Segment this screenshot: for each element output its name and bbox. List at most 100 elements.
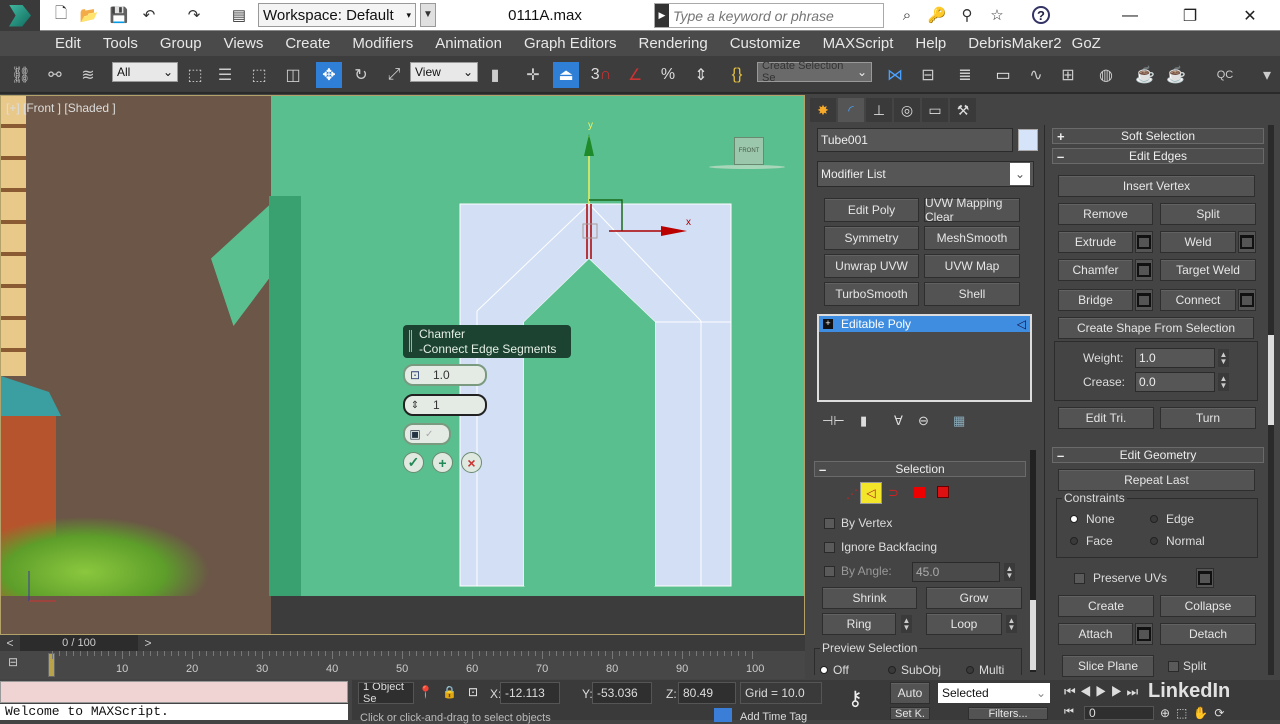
slice-plane-button[interactable]: Slice Plane [1062, 655, 1154, 677]
weight-spinner[interactable]: ▲ ▼ [1218, 349, 1229, 367]
stack-item-editable-poly[interactable]: + Editable Poly ◁ [819, 316, 1030, 332]
y-coordinate-field[interactable]: -53.036 [592, 682, 652, 704]
remove-button[interactable]: Remove [1058, 203, 1153, 225]
new-file-icon[interactable]: 🗋 [52, 5, 70, 24]
chamfer-amount-field[interactable]: ⊡ 1.0 [403, 364, 487, 386]
object-color-swatch[interactable] [1018, 129, 1038, 151]
bridge-button[interactable]: Bridge [1058, 289, 1133, 311]
key-filters-button[interactable]: Filters... [968, 707, 1048, 720]
link-icon[interactable]: ⛓ [8, 62, 34, 88]
chamfer-button[interactable]: Chamfer [1058, 259, 1133, 281]
edit-geometry-rollout-header[interactable]: – Edit Geometry [1052, 447, 1264, 463]
unlink-icon[interactable]: ⚯ [42, 62, 68, 88]
curve-editor-icon[interactable]: ∿ [1023, 62, 1049, 88]
key-filter-dropdown[interactable]: Selected ⌄ [938, 683, 1050, 703]
time-slider-next-button[interactable]: > [140, 635, 156, 651]
configure-modifier-sets-icon[interactable]: ▦ [953, 413, 965, 429]
connect-settings-button[interactable] [1238, 289, 1256, 311]
application-menu-button[interactable] [0, 0, 40, 31]
selection-lock-icon[interactable]: 🔒 [442, 685, 457, 699]
reference-coordinate-dropdown[interactable]: View ⌄ [410, 62, 478, 82]
menu-rendering[interactable]: Rendering [638, 35, 707, 52]
bridge-settings-button[interactable] [1135, 289, 1153, 311]
toolbar-overflow-icon[interactable]: ▾ [1258, 62, 1276, 88]
viewport-label[interactable]: [+] [Front ] [Shaded ] [6, 101, 116, 115]
workspace-menu-button[interactable]: ▼ [420, 3, 436, 27]
border-subobject-icon[interactable]: ⊃ [888, 485, 899, 501]
search-input[interactable] [669, 7, 879, 24]
symmetry-button[interactable]: Symmetry [824, 226, 919, 250]
schematic-view-icon[interactable]: ⊞ [1055, 62, 1081, 88]
pivot-center-icon[interactable]: ▮ [482, 62, 508, 88]
modifier-list-dropdown[interactable]: Modifier List ⌄ [817, 161, 1034, 187]
spinner-snap-icon[interactable]: ⇕ [688, 62, 714, 88]
preview-off-radio[interactable]: Off [820, 663, 849, 677]
key-icon[interactable]: 🔑 [928, 6, 947, 24]
minimize-button[interactable]: — [1100, 0, 1160, 31]
select-and-move-icon[interactable]: ✥ [316, 62, 342, 88]
menu-edit[interactable]: Edit [55, 35, 81, 52]
crease-spinner[interactable]: ▲ ▼ [1218, 373, 1229, 391]
radio[interactable] [966, 666, 974, 674]
create-shape-from-selection-button[interactable]: Create Shape From Selection [1058, 317, 1254, 339]
target-weld-button[interactable]: Target Weld [1160, 259, 1256, 281]
weld-button[interactable]: Weld [1160, 231, 1236, 253]
menu-animation[interactable]: Animation [435, 35, 502, 52]
select-by-name-icon[interactable]: ☰ [212, 62, 238, 88]
constraint-normal-radio[interactable]: Normal [1150, 534, 1205, 548]
mirror-icon[interactable]: ⋈ [882, 62, 908, 88]
material-editor-icon[interactable]: ◍ [1093, 62, 1119, 88]
expand-icon[interactable]: + [823, 319, 833, 329]
edit-edges-rollout-header[interactable]: – Edit Edges [1052, 148, 1264, 164]
attach-button[interactable]: Attach [1058, 623, 1133, 645]
add-time-tag-button[interactable]: Add Time Tag [740, 711, 807, 723]
constraint-face-radio[interactable]: Face [1070, 534, 1113, 548]
loop-spinner[interactable]: ▲ ▼ [1006, 615, 1017, 633]
caddy-title[interactable]: Chamfer -Connect Edge Segments [403, 325, 571, 358]
object-name-field[interactable]: Tube001 [817, 128, 1013, 152]
chamfer-open-toggle[interactable]: ▣ ✓ [403, 423, 451, 445]
loop-button[interactable]: Loop [926, 613, 1002, 635]
shell-button[interactable]: Shell [924, 282, 1020, 306]
current-frame-field[interactable]: 0 [1084, 706, 1154, 720]
select-and-scale-icon[interactable]: ⤢ [381, 62, 407, 88]
remove-modifier-icon[interactable]: ⊖ [918, 413, 929, 429]
display-tab-icon[interactable]: ▭ [922, 98, 948, 122]
ring-spinner[interactable]: ▲ ▼ [901, 615, 912, 633]
uvw-map-button[interactable]: UVW Map [924, 254, 1020, 278]
viewport-front[interactable]: x y FRONT [+] [Front ] [Shaded ] Chamfer… [0, 95, 805, 635]
render-frame-icon[interactable]: ☕ [1163, 62, 1189, 88]
checkbox[interactable] [824, 541, 835, 553]
motion-tab-icon[interactable]: ◎ [894, 98, 920, 122]
edit-tri-button[interactable]: Edit Tri. [1058, 407, 1154, 429]
detach-button[interactable]: Detach [1160, 623, 1256, 645]
trackbar[interactable]: ⊟ 10 20 30 40 50 60 70 80 90 100 [0, 651, 805, 679]
menu-views[interactable]: Views [224, 35, 264, 52]
attach-settings-button[interactable] [1135, 623, 1153, 645]
save-icon[interactable]: 💾 [110, 6, 129, 24]
show-end-result-icon[interactable]: ▮ [860, 413, 867, 429]
make-unique-icon[interactable]: ∀ [894, 413, 903, 429]
collapse-button[interactable]: Collapse [1160, 595, 1256, 617]
split-button[interactable]: Split [1160, 203, 1256, 225]
chamfer-settings-button[interactable] [1135, 259, 1153, 281]
time-slider[interactable]: < 0 / 100 > [0, 635, 805, 651]
preview-subobj-radio[interactable]: SubObj [888, 663, 941, 677]
render-setup-icon[interactable]: ☕ [1132, 62, 1158, 88]
time-slider-thumb[interactable]: 0 / 100 [20, 635, 138, 651]
ignore-backfacing-checkbox[interactable]: Ignore Backfacing [824, 540, 937, 554]
radio[interactable] [820, 666, 828, 674]
open-file-icon[interactable]: 📂 [80, 6, 99, 24]
meshsmooth-button[interactable]: MeshSmooth [924, 226, 1020, 250]
turn-button[interactable]: Turn [1160, 407, 1256, 429]
menu-goz[interactable]: GoZ [1072, 35, 1101, 52]
menu-group[interactable]: Group [160, 35, 202, 52]
radio[interactable] [888, 666, 896, 674]
scene-explorer-icon[interactable]: ▭ [990, 62, 1016, 88]
checkbox[interactable] [1074, 572, 1085, 584]
preserve-uvs-checkbox[interactable]: Preserve UVs [1074, 571, 1167, 585]
split-checkbox[interactable]: Split [1168, 659, 1206, 673]
select-object-icon[interactable]: ⬚ [182, 62, 208, 88]
by-angle-spinner[interactable]: ▲ ▼ [1004, 563, 1015, 581]
x-coordinate-field[interactable]: -12.113 [500, 682, 560, 704]
